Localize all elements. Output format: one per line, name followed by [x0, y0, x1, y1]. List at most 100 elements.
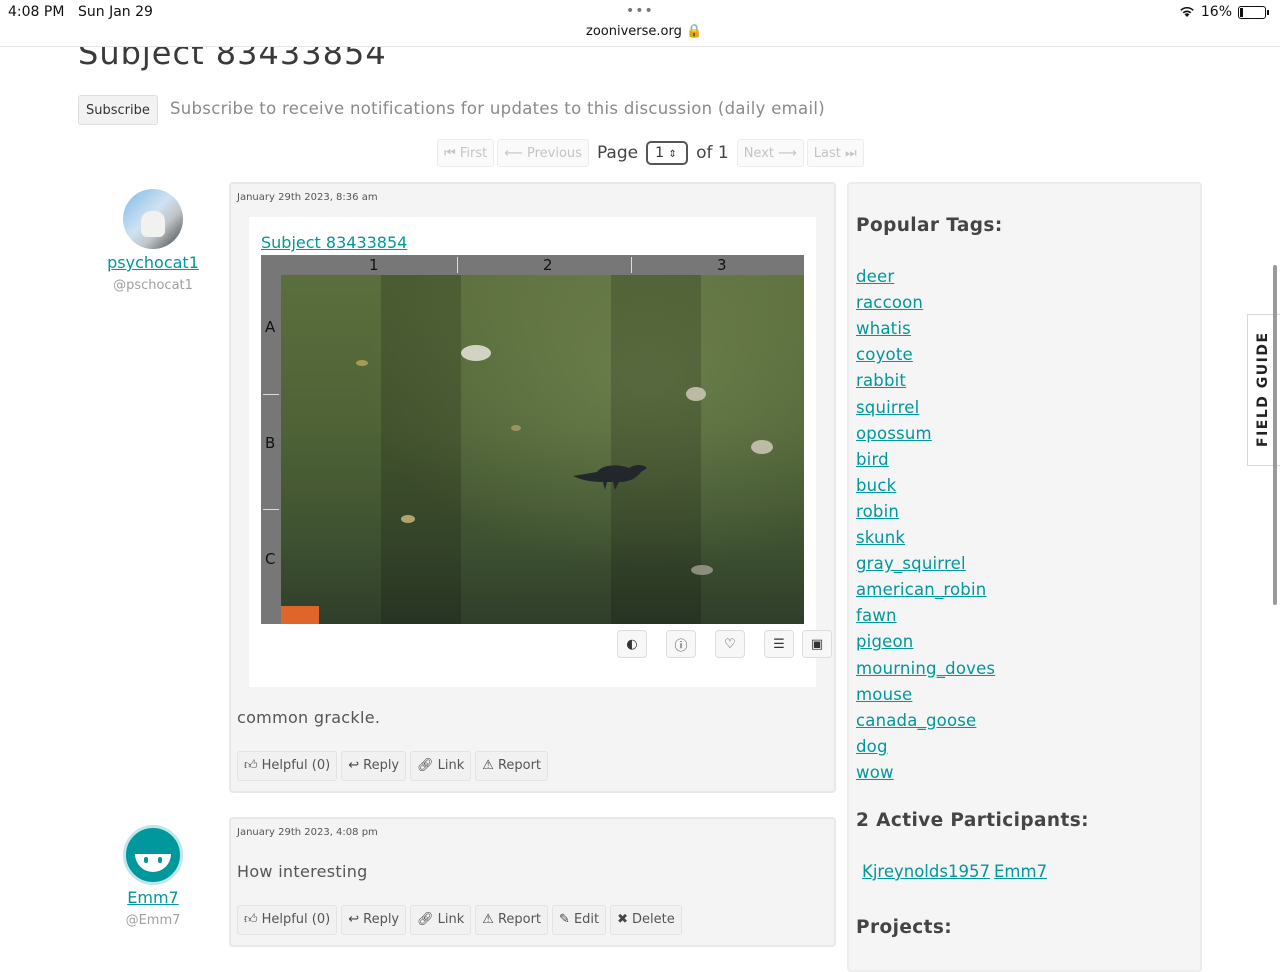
previous-label: Previous — [526, 146, 582, 161]
tag-link[interactable]: opossum — [856, 424, 932, 443]
invert-icon[interactable]: ◐ — [617, 630, 647, 658]
link-icon: 🔗︎ — [417, 758, 434, 773]
comment-body: common grackle. — [237, 708, 381, 727]
subscribe-button[interactable]: Subscribe — [78, 95, 158, 125]
link-button[interactable]: 🔗︎ Link — [410, 905, 472, 935]
grid-col-label: 2 — [543, 256, 553, 274]
edit-label: Edit — [573, 912, 600, 927]
status-bar: 4:08 PM Sun Jan 29 ••• zooniverse.org 🔒 … — [0, 0, 1280, 47]
tag-link[interactable]: bird — [856, 450, 889, 469]
participant-link[interactable]: Emm7 — [994, 862, 1047, 881]
tag-link[interactable]: robin — [856, 502, 899, 521]
user-name-link[interactable]: Emm7 — [78, 888, 228, 907]
avatar[interactable] — [123, 825, 183, 885]
page-select[interactable]: 1 ⇕ — [646, 141, 689, 165]
report-button[interactable]: ⚠ Report — [475, 751, 549, 781]
tag-link[interactable]: pigeon — [856, 632, 913, 651]
report-label: Report — [497, 912, 542, 927]
pencil-icon: ✎ — [559, 912, 570, 927]
info-icon[interactable]: ⓘ — [666, 630, 696, 658]
collections-list-icon[interactable]: ☰ — [764, 630, 794, 658]
page-select-value: 1 — [655, 145, 665, 161]
battery-icon — [1238, 5, 1269, 19]
participants-heading: 2 Active Participants: — [856, 810, 1089, 831]
tag-link[interactable]: whatis — [856, 319, 911, 338]
subject-embed: Subject 83433854 1 2 3 A B C ◐ ⓘ ♡ ☰ ▣ — [249, 217, 832, 687]
next-label: Next — [743, 146, 774, 161]
last-icon: ⏭ — [845, 146, 857, 161]
url-text: zooniverse.org — [586, 24, 682, 39]
comment-actions: 👍︎ Helpful (0) ↩ Reply 🔗︎ Link ⚠ Report — [237, 751, 549, 781]
tag-link[interactable]: raccoon — [856, 293, 923, 312]
tag-link[interactable]: mourning_doves — [856, 659, 995, 678]
more-dots-icon[interactable]: ••• — [626, 3, 654, 19]
avatar-face — [135, 836, 171, 872]
tag-link[interactable]: canada_goose — [856, 711, 976, 730]
tag-link[interactable]: fawn — [856, 606, 897, 625]
page-count: of 1 — [696, 143, 729, 163]
tag-link[interactable]: rabbit — [856, 371, 906, 390]
last-page-button[interactable]: Last ⏭ — [806, 139, 864, 167]
previous-page-button[interactable]: ⟵ Previous — [497, 139, 589, 167]
status-time: 4:08 PM — [8, 4, 65, 20]
delete-button[interactable]: ✖ Delete — [610, 905, 682, 935]
first-label: First — [459, 146, 488, 161]
edit-button[interactable]: ✎ Edit — [552, 905, 607, 935]
next-page-button[interactable]: Next ⟶ — [736, 139, 804, 167]
first-icon: ⏮ — [444, 146, 456, 161]
grid-row-label: C — [265, 550, 276, 568]
camera-photo — [281, 275, 804, 624]
first-page-button[interactable]: ⏮ First — [437, 139, 495, 167]
link-button[interactable]: 🔗︎ Link — [410, 751, 472, 781]
grid-rows: A B C — [261, 255, 281, 624]
tag-link[interactable]: wow — [856, 763, 894, 782]
tag-link[interactable]: dog — [856, 737, 888, 756]
subject-toolbar: ◐ ⓘ ♡ ☰ ▣ — [617, 630, 832, 658]
link-icon: 🔗︎ — [417, 912, 434, 927]
participant-link[interactable]: Kjreynolds1957 — [862, 862, 990, 881]
comment-date: January 29th 2023, 4:08 pm — [237, 827, 378, 838]
comment-actions: 👍︎ Helpful (0) ↩ Reply 🔗︎ Link ⚠ Report ✎ Edi… — [237, 905, 682, 935]
chevron-updown-icon: ⇕ — [668, 149, 677, 160]
scrollbar[interactable] — [1273, 265, 1277, 605]
tag-link[interactable]: squirrel — [856, 398, 919, 417]
arrow-left-icon: ⟵ — [504, 146, 523, 161]
reply-button[interactable]: ↩ Reply — [341, 905, 407, 935]
reply-button[interactable]: ↩ Reply — [341, 751, 407, 781]
warning-icon: ⚠ — [482, 912, 494, 927]
tag-link[interactable]: deer — [856, 267, 894, 286]
report-button[interactable]: ⚠ Report — [475, 905, 549, 935]
report-label: Report — [497, 758, 542, 773]
helpful-button[interactable]: 👍︎ Helpful (0) — [237, 905, 338, 935]
user-name-link[interactable]: psychocat1 — [78, 253, 228, 272]
tag-link[interactable]: gray_squirrel — [856, 554, 966, 573]
arrow-right-icon: ⟶ — [778, 146, 797, 161]
comment-date: January 29th 2023, 8:36 am — [237, 192, 378, 203]
tag-link[interactable]: american_robin — [856, 580, 986, 599]
grackle-bird — [573, 465, 647, 490]
helpful-label: Helpful (0) — [261, 912, 331, 927]
user-handle: @pschocat1 — [113, 278, 193, 293]
favorite-heart-icon[interactable]: ♡ — [715, 630, 745, 658]
helpful-button[interactable]: 👍︎ Helpful (0) — [237, 751, 338, 781]
delete-label: Delete — [632, 912, 675, 927]
tag-link[interactable]: skunk — [856, 528, 905, 547]
tag-link[interactable]: mouse — [856, 685, 912, 704]
page-label: Page — [596, 143, 639, 163]
link-label: Link — [437, 912, 465, 927]
subject-link[interactable]: Subject 83433854 — [261, 233, 407, 252]
tag-link[interactable]: coyote — [856, 345, 913, 364]
close-icon: ✖ — [617, 912, 629, 927]
warning-icon: ⚠ — [482, 758, 494, 773]
subject-image[interactable]: 1 2 3 A B C — [261, 255, 804, 624]
image-icon[interactable]: ▣ — [802, 630, 832, 658]
field-guide-label: FIELD GUIDE — [1255, 331, 1271, 447]
pagination: ⏮ First ⟵ Previous Page 1 ⇕ of 1 Next ⟶ … — [437, 139, 864, 167]
cat-photo — [141, 211, 165, 237]
user-handle: @Emm7 — [125, 913, 181, 928]
tag-link[interactable]: buck — [856, 476, 896, 495]
avatar[interactable] — [123, 189, 183, 249]
address-bar[interactable]: zooniverse.org 🔒 — [586, 24, 702, 39]
wifi-icon — [1180, 6, 1194, 17]
grid-columns: 1 2 3 — [261, 255, 804, 275]
